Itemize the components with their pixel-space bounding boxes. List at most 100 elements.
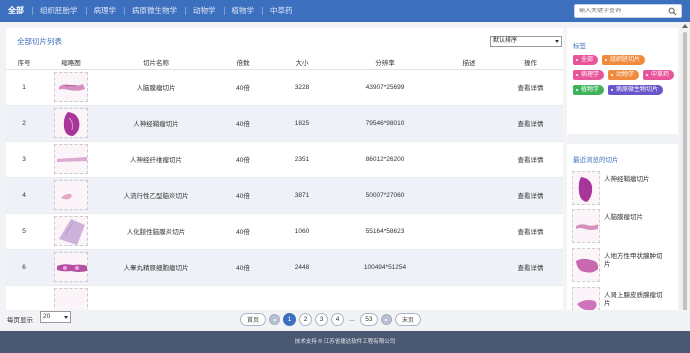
table-row[interactable]: 2 人神经鞘瘤切片 40倍 1825 79546*98010 查看详情 (6, 105, 563, 142)
prev-page-icon[interactable] (269, 314, 281, 325)
row-index: 2 (6, 105, 42, 142)
nav-item-zoology[interactable]: 动物学 (185, 0, 224, 22)
last-page-button[interactable]: 末页 (394, 313, 421, 326)
recent-item[interactable]: 人神经鞘瘤切片 (572, 171, 672, 205)
slide-magnification: 40倍 (212, 105, 274, 142)
slide-size: 1060 (274, 213, 330, 250)
tag-histology[interactable]: 组织胚切片 (602, 55, 646, 65)
table-row[interactable]: 6 人睾丸精原细胞瘤切片 40倍 2448 100494*51254 查看详情 (6, 249, 563, 286)
search-icon[interactable] (668, 7, 677, 16)
slide-name: 人化脓性脑膜炎切片 (100, 213, 212, 250)
slide-magnification: 40倍 (212, 249, 274, 286)
tag-microbiology[interactable]: 病原微生物切片 (608, 85, 664, 95)
row-index: 1 (6, 69, 42, 106)
recent-label: 人神经鞘瘤切片 (604, 176, 650, 183)
recent-item[interactable]: 人地方性甲状腺肿切片 (572, 248, 672, 282)
column-header-size: 大小 (274, 56, 330, 70)
view-detail-link[interactable]: 查看详情 (518, 265, 544, 272)
page-3-button[interactable]: 3 (315, 313, 329, 326)
nav-item-herbal[interactable]: 中草药 (262, 0, 301, 22)
slide-resolution: 50007*27060 (330, 177, 440, 214)
chevron-down-icon (555, 40, 559, 43)
table-row[interactable]: 3 人神经纤维瘤切片 40倍 2351 86012*26200 查看详情 (6, 141, 563, 178)
row-index: 4 (6, 177, 42, 214)
nav-item-all[interactable]: 全部 (0, 0, 32, 22)
recent-thumbnail (572, 209, 600, 243)
slide-resolution: 86012*26200 (330, 141, 440, 178)
slide-name: 人流行性乙型脑炎切片 (100, 177, 212, 214)
side-panel: 标签 全部 组织胚切片 病理学 动物学 中草药 植物学 病原微生物切片 最近浏览… (567, 28, 678, 331)
slide-name: 人脑膜瘤切片 (100, 69, 212, 106)
slide-thumbnail[interactable] (54, 216, 88, 246)
view-detail-link[interactable]: 查看详情 (518, 193, 544, 200)
view-detail-link[interactable]: 查看详情 (518, 229, 544, 236)
column-header-magnification: 倍数 (212, 56, 274, 70)
view-detail-link[interactable]: 查看详情 (518, 157, 544, 164)
first-page-button[interactable]: 首页 (240, 313, 267, 326)
table-row[interactable]: 5 人化脓性脑膜炎切片 40倍 1060 55164*58623 查看详情 (6, 213, 563, 250)
view-detail-link[interactable]: 查看详情 (518, 85, 544, 92)
pagination: 首页 1 2 3 4 ... 53 末页 (240, 313, 421, 326)
column-header-name: 切片名称 (100, 56, 212, 70)
tag-pathology[interactable]: 病理学 (573, 70, 605, 80)
sort-select[interactable]: 默认排序 (490, 36, 562, 47)
row-index: 5 (6, 213, 42, 250)
slide-magnification: 40倍 (212, 69, 274, 106)
slide-thumbnail[interactable] (54, 144, 88, 174)
page-1-button[interactable]: 1 (283, 313, 297, 326)
column-header-thumbnail: 缩略图 (42, 56, 100, 70)
slide-size: 2448 (274, 249, 330, 286)
tag-all[interactable]: 全部 (573, 55, 599, 65)
nav-item-pathology[interactable]: 病理学 (85, 0, 125, 22)
slide-thumbnail[interactable] (54, 108, 88, 138)
slide-resolution: 43907*25699 (330, 69, 440, 106)
slide-name: 人神经纤维瘤切片 (100, 141, 212, 178)
search-input[interactable] (575, 8, 665, 14)
tag-list: 全部 组织胚切片 病理学 动物学 中草药 植物学 病原微生物切片 (573, 55, 675, 95)
scrollbar-thumb[interactable] (683, 32, 687, 322)
slide-description (440, 249, 498, 286)
list-title: 全部切片列表 (17, 37, 62, 46)
tag-box: 标签 全部 组织胚切片 病理学 动物学 中草药 植物学 病原微生物切片 (567, 28, 678, 134)
slide-name: 人神经鞘瘤切片 (100, 105, 212, 142)
slide-thumbnail[interactable] (54, 72, 88, 102)
tag-herbal[interactable]: 中草药 (643, 70, 675, 80)
row-index: 3 (6, 141, 42, 178)
slide-description (440, 105, 498, 142)
next-page-icon[interactable] (380, 314, 392, 325)
view-detail-link[interactable]: 查看详情 (518, 121, 544, 128)
column-header-resolution: 分辨率 (330, 56, 440, 70)
tags-title: 标签 (573, 43, 586, 50)
page-last-number-button[interactable]: 53 (359, 313, 378, 326)
table-row[interactable]: 1 人脑膜瘤切片 40倍 3228 43907*25699 查看详情 (6, 69, 563, 106)
page-2-button[interactable]: 2 (299, 313, 313, 326)
per-page-select[interactable]: 20 (40, 311, 71, 323)
table-row[interactable]: 4 人流行性乙型脑炎切片 40倍 3871 50007*27060 查看详情 (6, 177, 563, 214)
recent-item[interactable]: 人脑膜瘤切片 (572, 209, 672, 243)
scroll-up-icon[interactable] (682, 24, 688, 28)
tag-zoology[interactable]: 动物学 (608, 70, 640, 80)
nav-item-histology[interactable]: 组织胚胎学 (32, 0, 86, 22)
footer: 技术支持 ® 江苏省捷达软件工程有限公司 (0, 331, 690, 353)
recent-label: 人地方性甲状腺肿切片 (604, 253, 663, 268)
slide-table: 序号 缩略图 切片名称 倍数 大小 分辨率 描述 操作 1 人脑膜瘤切片 40倍… (6, 56, 563, 322)
tag-botany[interactable]: 植物学 (573, 85, 605, 95)
slide-thumbnail[interactable] (54, 252, 88, 282)
row-index: 6 (6, 249, 42, 286)
slide-description (440, 177, 498, 214)
slide-list-panel: 全部切片列表 默认排序 序号 缩略图 切片名称 倍数 大小 分辨率 描述 操作 … (6, 28, 563, 331)
slide-magnification: 40倍 (212, 213, 274, 250)
slide-thumbnail[interactable] (54, 180, 88, 210)
slide-name: 人睾丸精原细胞瘤切片 (100, 249, 212, 286)
page-4-button[interactable]: 4 (331, 313, 345, 326)
nav-item-botany[interactable]: 植物学 (223, 0, 263, 22)
recent-thumbnail (572, 171, 600, 205)
slide-description (440, 213, 498, 250)
nav-item-microbiology[interactable]: 病原微生物学 (124, 0, 185, 22)
page-scrollbar[interactable] (680, 22, 690, 322)
recent-thumbnail (572, 248, 600, 282)
column-header-index: 序号 (6, 56, 42, 70)
slide-magnification: 40倍 (212, 177, 274, 214)
per-page-value: 20 (43, 313, 51, 320)
search-box (574, 4, 682, 18)
